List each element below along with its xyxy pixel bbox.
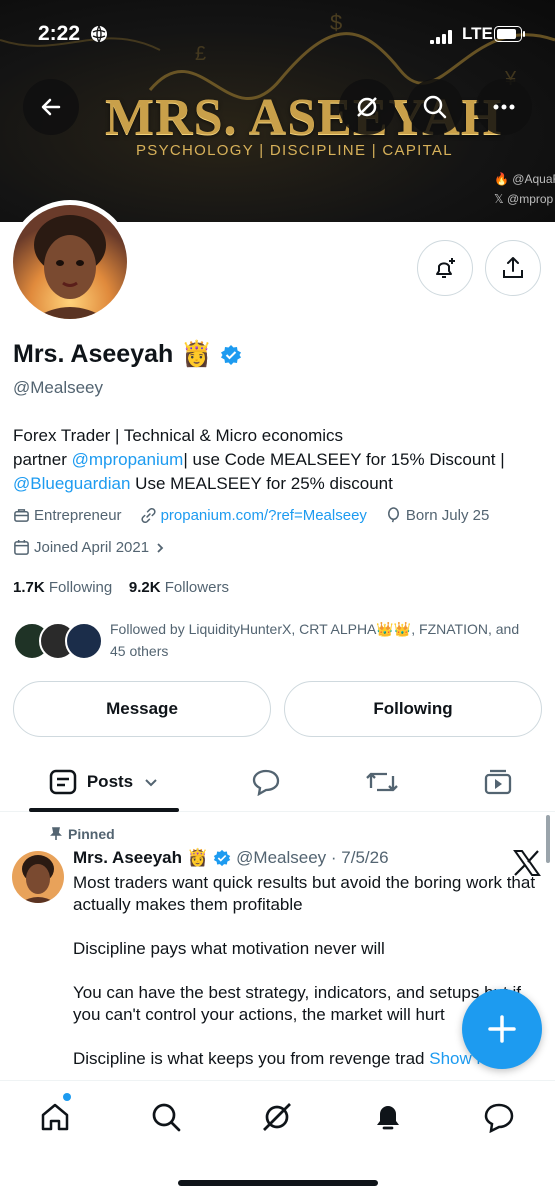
home-icon [41,1103,69,1131]
tab-media[interactable] [468,756,528,808]
tab-replies[interactable] [236,756,296,808]
search-button[interactable] [407,79,463,135]
followed-by-avatars[interactable] [13,622,103,662]
post-paragraph: Most traders want quick results but avoi… [73,873,536,914]
banner-handle-threads: 🔥 @AquaF [494,172,555,186]
avatar-illustration [13,205,127,319]
back-button[interactable] [23,79,79,135]
status-time: 2:22 [38,22,81,45]
grok-icon [263,1103,291,1131]
bio-mention-blueguardian[interactable]: @Blueguardian [13,474,130,493]
signal-icon [430,30,452,44]
posts-icon [49,769,77,795]
post-author-emoji: 👸 [186,848,209,867]
profile-website-link[interactable]: propanium.com/?ref=Mealseey [140,507,367,524]
chevron-down-icon [145,779,157,787]
post-author-name[interactable]: Mrs. Aseeyah [73,848,182,868]
profile-handle: @Mealseey [13,378,104,397]
profile-birthday: Born July 25 [385,507,489,524]
post-text[interactable]: Most traders want quick results but avoi… [73,872,543,1092]
profile-avatar[interactable] [8,200,132,324]
post-handle-date: @Mealseey · 7/5/26 [236,848,389,867]
tab-active-indicator [29,808,179,812]
video-icon [484,769,512,795]
plus-icon [488,1015,516,1043]
banner-handle-x: 𝕏 @mprop [494,192,554,206]
bio-mention-mpropanium[interactable]: @mpropanium [72,450,184,469]
nav-search[interactable] [146,1097,186,1137]
search-icon [423,95,447,119]
repost-icon [366,772,398,792]
profile-tabs: Posts [0,756,555,812]
post-paragraph: Discipline pays what motivation never wi… [73,939,385,958]
profile-meta-row-1: Entrepreneur propanium.com/?ref=Mealseey… [13,507,503,524]
verified-badge-icon [213,849,231,867]
post-header: Mrs. Aseeyah 👸 @Mealseey · 7/5/26 [73,848,389,868]
following-button[interactable]: Following [284,681,542,737]
scrollbar[interactable] [546,815,550,863]
profile-name: Mrs. Aseeyah 👸 [13,340,242,369]
nav-grok[interactable] [257,1097,297,1137]
more-icon [493,104,515,110]
verified-badge-icon[interactable] [220,344,242,366]
briefcase-icon [14,509,29,522]
share-icon [503,257,523,278]
nav-home[interactable] [35,1097,75,1137]
messages-icon [484,1103,514,1133]
post-author-avatar[interactable] [12,851,64,903]
home-indicator [178,1180,378,1186]
pinned-label: Pinned [50,826,115,842]
calendar-icon [14,539,29,555]
grok-button[interactable] [339,79,395,135]
nav-notifications[interactable] [368,1097,408,1137]
profile-category: Entrepreneur [13,507,122,524]
bell-icon [377,1106,399,1130]
tab-posts[interactable]: Posts [29,756,179,808]
bio-line-2: partner @mpropanium| use Code MEALSEEY f… [13,450,505,469]
profile-bio: Forex Trader | Technical & Micro economi… [13,424,548,496]
tab-posts-label: Posts [86,772,134,791]
banner-subtitle: PSYCHOLOGY | DISCIPLINE | CAPITAL [136,142,453,159]
globe-icon [91,25,107,43]
home-unread-dot [63,1093,71,1101]
bio-line-3: @Blueguardian Use MEALSEEY for 25% disco… [13,474,393,493]
more-button[interactable] [476,79,532,135]
followers-count-link[interactable]: 9.2K Followers [129,579,229,596]
link-icon [141,507,156,524]
battery-icon [494,26,525,42]
nav-messages[interactable] [479,1097,519,1137]
compose-post-button[interactable] [462,989,542,1069]
following-count-link[interactable]: 1.7K Following [13,579,112,596]
followed-by-text[interactable]: Followed by LiquidityHunterX, CRT ALPHA👑… [110,618,550,662]
balloon-icon [387,507,399,523]
profile-joined[interactable]: Joined April 2021 [13,539,167,556]
profile-name-text: Mrs. Aseeyah [13,340,174,368]
follow-counts: 1.7K Following 9.2K Followers [13,579,229,596]
back-arrow-icon [41,98,61,116]
profile-name-emoji: 👸 [181,340,213,368]
chevron-right-icon [157,542,164,553]
status-bar: 2:22 LTE [0,22,555,50]
notification-bell-plus-icon [436,258,455,278]
message-button[interactable]: Message [13,681,271,737]
tab-reposts[interactable] [352,756,412,808]
pin-icon [50,827,62,840]
share-button[interactable] [485,240,541,296]
search-icon [152,1103,181,1132]
reply-icon [252,769,280,796]
post-avatar-illustration [12,851,64,903]
grok-icon [357,97,377,117]
follower-avatar [65,622,103,660]
network-type: LTE [462,24,493,43]
notifications-subscribe-button[interactable] [417,240,473,296]
bio-line-1: Forex Trader | Technical & Micro economi… [13,426,344,445]
